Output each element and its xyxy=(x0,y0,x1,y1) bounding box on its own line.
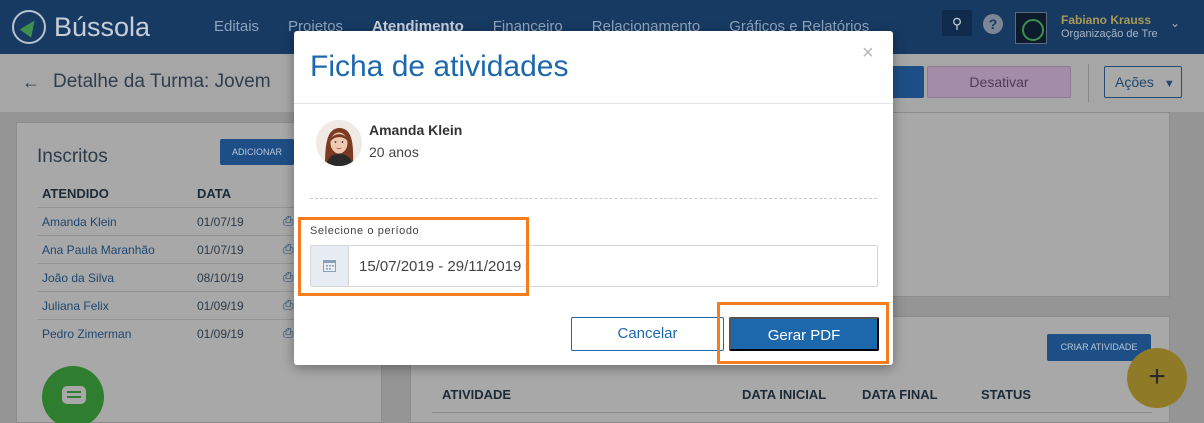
enrolled-date: 08/10/19 xyxy=(197,271,244,285)
enrolled-name-link[interactable]: João da Silva xyxy=(42,271,114,285)
user-avatar[interactable] xyxy=(1015,12,1047,44)
enrolled-date: 01/07/19 xyxy=(197,243,244,257)
plus-icon[interactable]: + xyxy=(1127,348,1187,408)
add-enrolled-button[interactable]: ADICIONAR xyxy=(220,139,294,165)
period-highlight-box xyxy=(298,217,529,296)
column-header-data: DATA xyxy=(197,186,232,201)
back-arrow-icon[interactable]: ← xyxy=(22,72,40,93)
enrolled-name-link[interactable]: Ana Paula Maranhão xyxy=(42,243,155,257)
chat-icon xyxy=(62,386,86,404)
chat-button[interactable] xyxy=(42,366,104,423)
column-header-status: STATUS xyxy=(981,387,1032,402)
chevron-down-icon: ▼ xyxy=(1163,78,1175,90)
printer-icon[interactable]: ⎙ xyxy=(283,241,293,257)
help-icon[interactable]: ? xyxy=(983,14,1003,34)
cancel-button[interactable]: Cancelar xyxy=(571,317,724,351)
brand-name: Bússola xyxy=(54,11,151,42)
actions-label: Ações xyxy=(1115,74,1154,90)
enrolled-name-link[interactable]: Juliana Felix xyxy=(42,299,109,313)
column-header-atividade: ATIVIDADE xyxy=(442,387,512,402)
column-header-data-inicial: DATA INICIAL xyxy=(742,387,827,402)
enrolled-date: 01/07/19 xyxy=(197,215,244,229)
column-header-data-final: DATA FINAL xyxy=(862,387,938,402)
printer-icon[interactable]: ⎙ xyxy=(283,269,293,285)
person-age: 20 anos xyxy=(369,144,419,160)
printer-icon[interactable]: ⎙ xyxy=(283,325,293,341)
enrolled-title: Inscritos xyxy=(37,146,108,167)
user-name[interactable]: Fabiano Krauss xyxy=(1061,13,1151,27)
user-organization: Organização de Tre xyxy=(1061,28,1157,40)
brand-logo[interactable]: Bússola xyxy=(12,10,150,44)
enrolled-date: 01/09/19 xyxy=(197,299,244,313)
chevron-down-icon[interactable]: ⌄ xyxy=(1170,16,1180,30)
printer-icon[interactable]: ⎙ xyxy=(283,297,293,313)
actions-dropdown[interactable]: Ações ▼ xyxy=(1104,66,1182,98)
divider xyxy=(1088,64,1089,102)
divider xyxy=(432,412,1152,413)
generate-pdf-highlight-box xyxy=(717,302,889,364)
close-icon[interactable]: × xyxy=(862,43,874,63)
deactivate-button[interactable]: Desativar xyxy=(927,66,1071,98)
person-name: Amanda Klein xyxy=(369,122,463,138)
modal-title: Ficha de atividades xyxy=(310,50,569,83)
divider xyxy=(310,198,877,199)
enrolled-name-link[interactable]: Amanda Klein xyxy=(42,215,117,229)
compass-icon xyxy=(12,10,46,44)
avatar xyxy=(316,120,362,166)
enrolled-name-link[interactable]: Pedro Zimerman xyxy=(42,327,131,341)
enrolled-date: 01/09/19 xyxy=(197,327,244,341)
printer-icon[interactable]: ⎙ xyxy=(283,213,293,229)
column-header-atendido: ATENDIDO xyxy=(42,186,109,201)
divider xyxy=(294,103,893,104)
search-icon[interactable]: ⚲ xyxy=(942,10,972,36)
nav-item-editais[interactable]: Editais xyxy=(214,18,259,35)
page-title: Detalhe da Turma: Jovem xyxy=(53,71,271,92)
